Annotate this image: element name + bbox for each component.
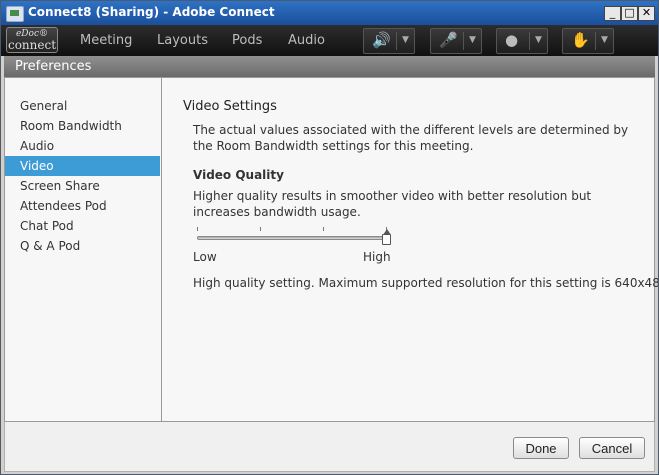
menu-pods[interactable]: Pods <box>232 33 262 48</box>
sidebar-item-video[interactable]: Video <box>5 156 160 176</box>
sidebar-item-chat-pod[interactable]: Chat Pod <box>5 216 160 236</box>
chevron-down-icon[interactable]: ▼ <box>535 35 542 45</box>
raise-hand-button[interactable]: ✋ ▼ <box>562 28 614 54</box>
menu-layouts[interactable]: Layouts <box>157 33 208 48</box>
sidebar-item-screen-share[interactable]: Screen Share <box>5 176 160 196</box>
cancel-button[interactable]: Cancel <box>579 437 645 459</box>
slider-track[interactable] <box>197 236 387 240</box>
microphone-icon: 🎤 <box>439 31 458 49</box>
logo: eDoc® connect <box>6 27 58 53</box>
video-settings-heading: Video Settings <box>183 99 277 114</box>
divider <box>396 32 397 50</box>
logo-line2: connect <box>7 38 57 52</box>
chevron-down-icon[interactable]: ▼ <box>402 35 409 45</box>
minimize-button[interactable]: _ <box>604 6 621 21</box>
video-quality-slider[interactable] <box>197 227 391 245</box>
speaker-button[interactable]: 🔊 ▼ <box>363 28 415 54</box>
raise-hand-icon: ✋ <box>571 31 590 49</box>
slider-low-label: Low <box>193 250 217 264</box>
divider <box>463 32 464 50</box>
video-settings-panel: Video Settings The actual values associa… <box>162 78 658 421</box>
video-quality-heading: Video Quality <box>193 168 284 182</box>
app-window: Connect8 (Sharing) - Adobe Connect _ □ ✕… <box>0 0 659 475</box>
sidebar-item-audio[interactable]: Audio <box>5 136 160 156</box>
webcam-icon: ● <box>505 31 519 49</box>
window-title: Connect8 (Sharing) - Adobe Connect <box>28 5 275 19</box>
preferences-header: Preferences <box>4 56 655 78</box>
speaker-icon: 🔊 <box>372 31 391 49</box>
webcam-button[interactable]: ● ▼ <box>496 28 548 54</box>
close-button[interactable]: ✕ <box>638 6 655 21</box>
slider-high-label: High <box>363 250 391 264</box>
title-bar[interactable]: Connect8 (Sharing) - Adobe Connect _ □ ✕ <box>1 1 658 25</box>
maximize-button[interactable]: □ <box>621 6 638 21</box>
panel-title: Preferences <box>15 59 92 74</box>
sidebar-item-qa-pod[interactable]: Q & A Pod <box>5 236 160 256</box>
done-button[interactable]: Done <box>513 437 569 459</box>
slider-tick <box>260 227 261 231</box>
preferences-sidebar: General Room Bandwidth Audio Video Scree… <box>5 78 162 421</box>
chevron-down-icon[interactable]: ▼ <box>601 35 608 45</box>
quality-status-text: High quality setting. Maximum supported … <box>193 276 659 290</box>
microphone-button[interactable]: 🎤 ▼ <box>430 28 482 54</box>
sidebar-item-attendees-pod[interactable]: Attendees Pod <box>5 196 160 216</box>
preferences-body: General Room Bandwidth Audio Video Scree… <box>4 77 658 422</box>
video-quality-description: Higher quality results in smoother video… <box>193 189 592 219</box>
slider-thumb[interactable] <box>382 229 391 245</box>
video-settings-description: The actual values associated with the di… <box>193 123 629 153</box>
divider <box>595 32 596 50</box>
menu-audio[interactable]: Audio <box>288 33 325 48</box>
slider-tick <box>323 227 324 231</box>
chevron-down-icon[interactable]: ▼ <box>469 35 476 45</box>
slider-tick <box>197 227 198 231</box>
menu-bar: eDoc® connect Meeting Layouts Pods Audio… <box>1 25 658 56</box>
sidebar-item-room-bandwidth[interactable]: Room Bandwidth <box>5 116 160 136</box>
app-icon <box>6 6 24 22</box>
dialog-footer: Done Cancel <box>4 422 655 472</box>
divider <box>529 32 530 50</box>
sidebar-item-general[interactable]: General <box>5 96 160 116</box>
menu-meeting[interactable]: Meeting <box>80 33 132 48</box>
